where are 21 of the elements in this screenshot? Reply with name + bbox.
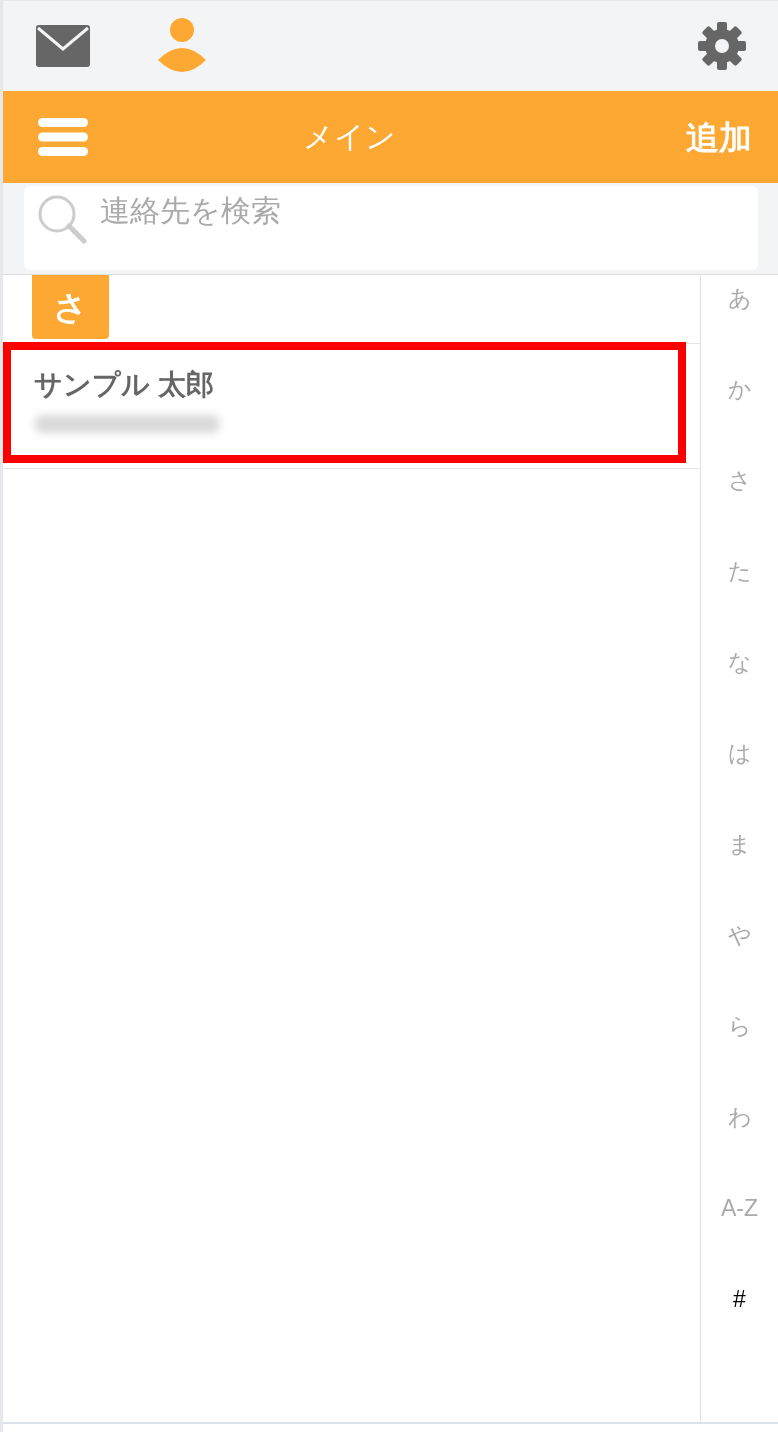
index-letter[interactable]: #	[733, 1285, 746, 1313]
index-letter[interactable]: は	[727, 739, 752, 767]
index-letter[interactable]: わ	[727, 1103, 752, 1131]
index-letter[interactable]: ら	[727, 1012, 752, 1040]
index-letter[interactable]: さ	[727, 466, 752, 494]
screen-title: メイン	[303, 122, 396, 152]
index-letter[interactable]: か	[727, 375, 752, 403]
settings-icon[interactable]	[698, 22, 746, 70]
index-letter[interactable]: た	[727, 557, 752, 585]
index-letter[interactable]: な	[727, 648, 752, 676]
contact-row[interactable]: サンプル 太郎	[3, 344, 700, 469]
index-letter[interactable]: ま	[727, 830, 752, 858]
index-letter[interactable]: あ	[727, 284, 752, 312]
search-field[interactable]: 連絡先を検索	[24, 186, 758, 270]
section-heading: さ	[32, 275, 109, 339]
envelope-icon[interactable]	[36, 25, 90, 67]
index-letter[interactable]: A-Z	[720, 1194, 759, 1222]
search-icon	[37, 194, 87, 244]
add-button[interactable]: 追加	[686, 120, 752, 154]
contact-name: サンプル 太郎	[34, 368, 214, 402]
index-letter[interactable]: や	[727, 921, 752, 949]
